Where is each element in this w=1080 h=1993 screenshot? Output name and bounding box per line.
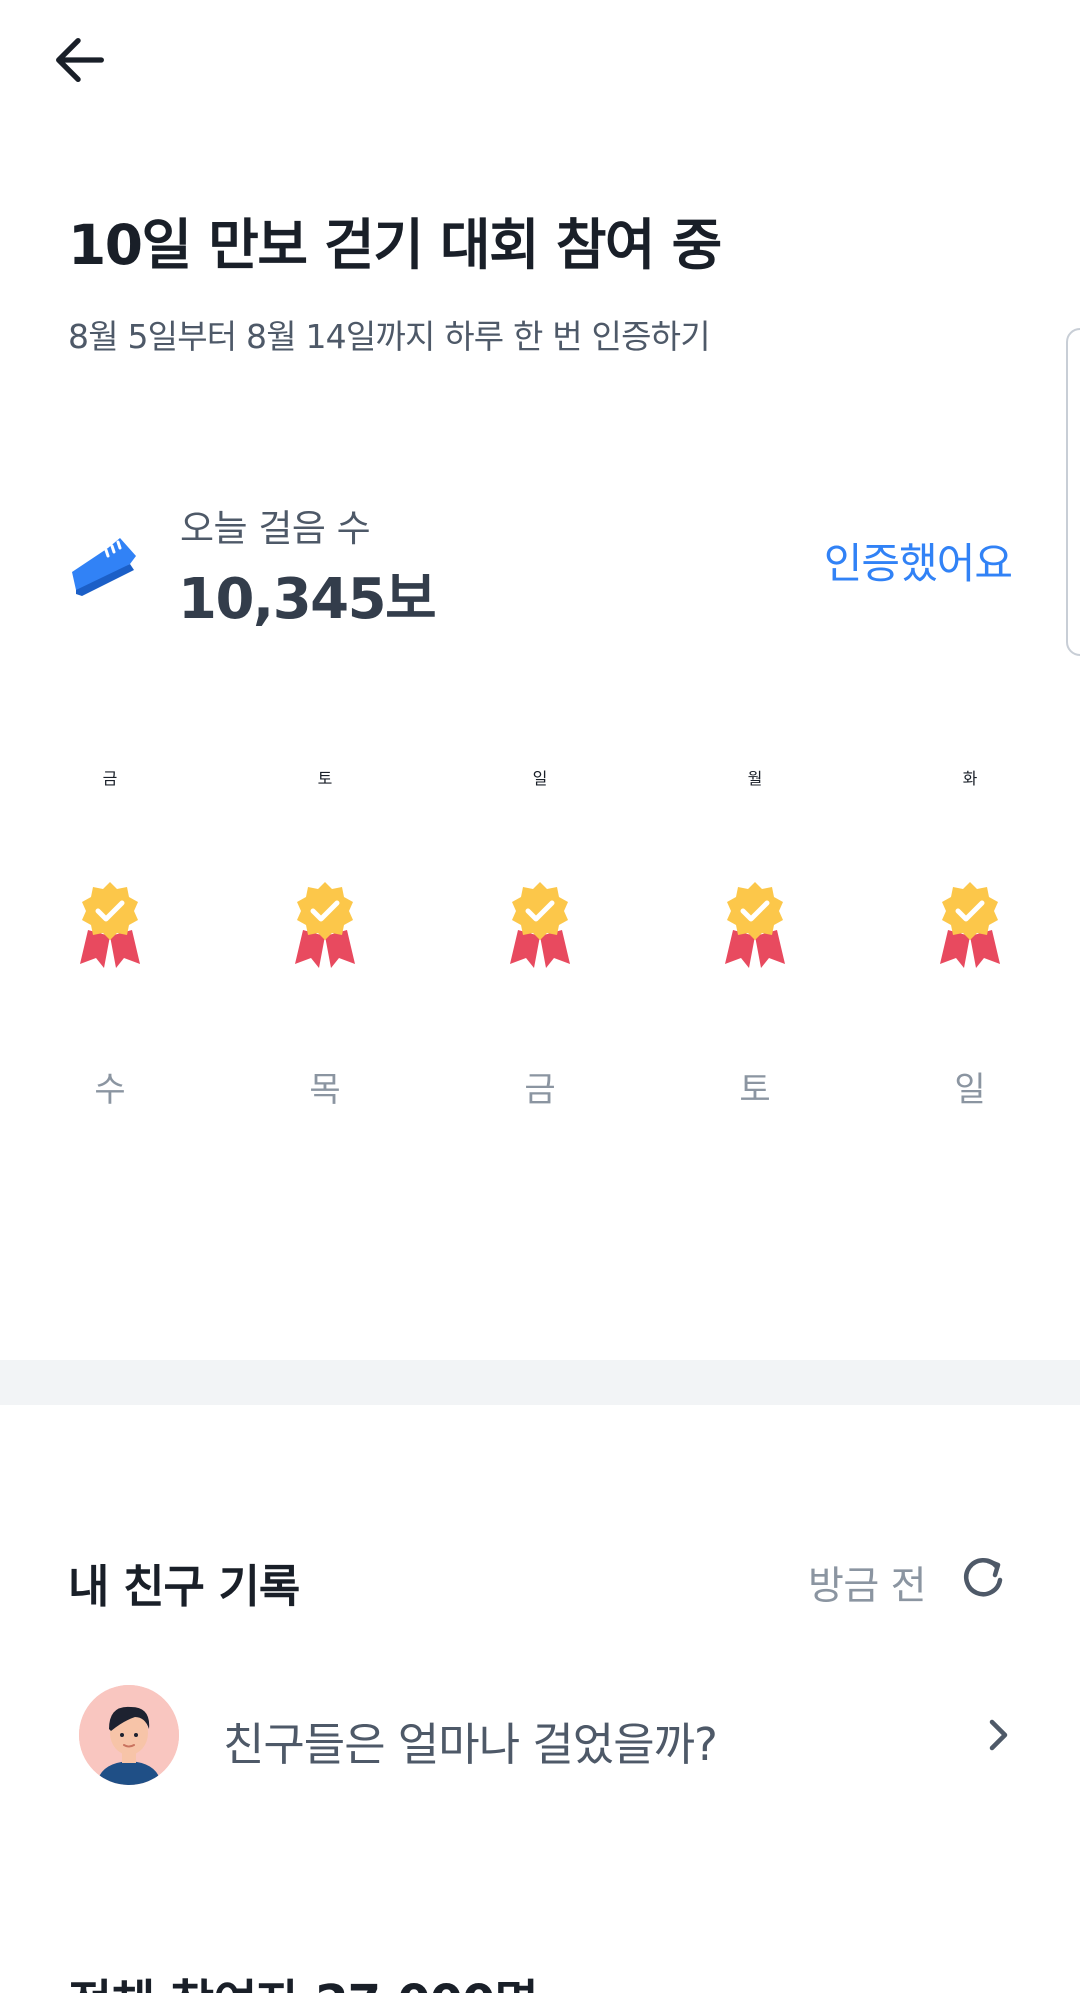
section-divider bbox=[0, 1360, 1080, 1405]
medal-check-icon[interactable] bbox=[504, 880, 576, 968]
total-participants-text: 전체 참여자 27,000명 bbox=[68, 1963, 539, 1993]
medal-check-icon[interactable] bbox=[934, 880, 1006, 968]
steps-value: 10,345보 bbox=[178, 567, 437, 632]
friends-records-link[interactable]: 친구들은 얼마나 걸었을까? bbox=[68, 1680, 1018, 1790]
day-label: 일 bbox=[954, 1070, 986, 1110]
day-label: 토 bbox=[317, 769, 333, 788]
day-label: 수 bbox=[94, 1070, 126, 1110]
avatar bbox=[79, 1685, 179, 1785]
day-label: 금 bbox=[524, 1070, 556, 1110]
back-button[interactable] bbox=[42, 22, 118, 98]
arrow-left-icon bbox=[56, 37, 104, 83]
steps-label: 오늘 걸음 수 bbox=[180, 507, 371, 550]
friends-prompt: 친구들은 얼마나 걸었을까? bbox=[223, 1718, 718, 1771]
side-panel-handle[interactable] bbox=[1066, 328, 1080, 656]
today-steps-card: 오늘 걸음 수 10,345보 인증했어요 bbox=[68, 488, 1013, 638]
medal-check-icon[interactable] bbox=[289, 880, 361, 968]
last-updated-text: 방금 전 bbox=[808, 1564, 927, 1609]
day-label: 토 bbox=[739, 1070, 771, 1110]
day-label: 화 bbox=[962, 769, 978, 788]
challenge-period: 8월 5일부터 8월 14일까지 하루 한 번 인증하기 bbox=[68, 317, 711, 356]
day-label: 일 bbox=[532, 769, 548, 788]
shoe-icon bbox=[72, 538, 136, 596]
refresh-icon[interactable] bbox=[958, 1552, 1008, 1602]
medal-check-icon[interactable] bbox=[74, 880, 146, 968]
verified-button[interactable]: 인증했어요 bbox=[824, 530, 1013, 591]
medal-check-icon[interactable] bbox=[719, 880, 791, 968]
page-title: 10일 만보 걷기 대회 참여 중 bbox=[68, 213, 722, 277]
day-label: 월 bbox=[747, 769, 763, 788]
day-label: 목 bbox=[309, 1070, 341, 1110]
friends-section-title: 내 친구 기록 bbox=[68, 1560, 300, 1613]
chevron-right-icon bbox=[989, 1719, 1008, 1751]
day-label: 금 bbox=[102, 769, 118, 788]
